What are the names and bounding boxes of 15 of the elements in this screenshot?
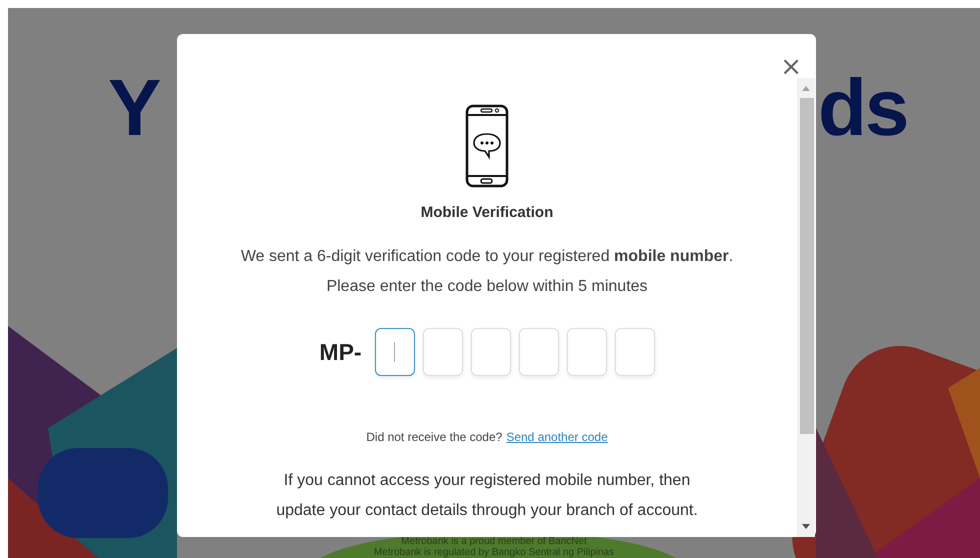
- message-text: We sent a 6-digit verification code to your registered mobile number.: [240, 247, 734, 267]
- scrollbar[interactable]: [797, 78, 815, 537]
- phone-chat-icon: [465, 104, 509, 188]
- resend-prompt: Did not receive the code?: [366, 430, 502, 444]
- help-text: If you cannot access your registered mobile number, then update your contact details through your branch of account.: [275, 471, 699, 521]
- dialog-title: Mobile Verification: [420, 204, 554, 222]
- footer-text: Metrobank is a proud member of BancNet: [401, 537, 587, 548]
- footer-text: Metrobank is regulated by Bangko Sentral ng Pilipinas: [374, 548, 614, 558]
- code-digit-field[interactable]: [374, 328, 415, 376]
- instruction-text: Please enter the code below within 5 minutes: [325, 277, 649, 297]
- send-code-link[interactable]: Send another code: [506, 430, 608, 444]
- banner-heading: Y: [108, 68, 160, 148]
- close-button[interactable]: ×: [780, 56, 802, 78]
- banner-heading: ds: [818, 68, 908, 148]
- code-prefix: MP-: [319, 338, 362, 366]
